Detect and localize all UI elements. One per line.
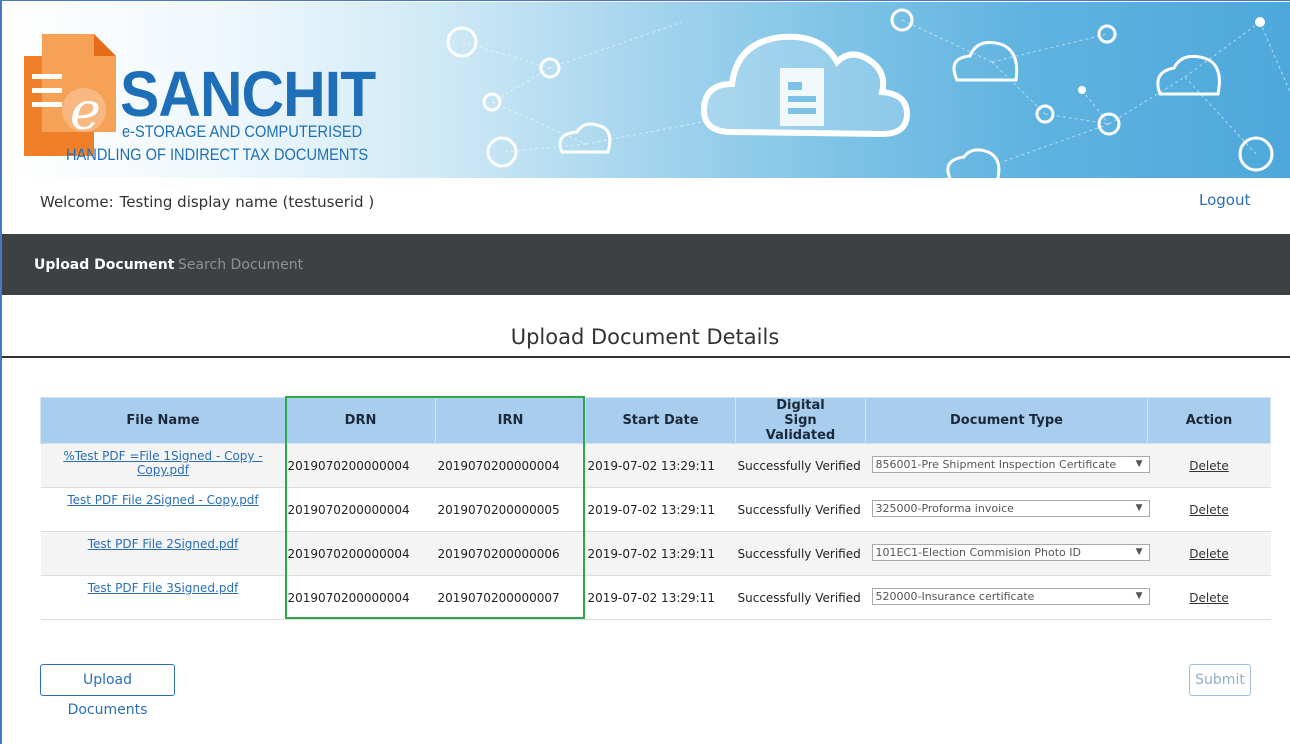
- delete-link[interactable]: Delete: [1189, 503, 1228, 517]
- nav-search-document[interactable]: Search Document: [178, 257, 303, 273]
- page-title: Upload Document Details: [510, 325, 780, 349]
- submit-button[interactable]: Submit: [1189, 664, 1251, 696]
- drn-cell: 2019070200000004: [285, 487, 436, 532]
- file-name-cell: Test PDF File 2Signed - Copy.pdf: [40, 487, 286, 532]
- logout-link[interactable]: Logout: [1199, 191, 1250, 209]
- logo-title: SANCHIT: [120, 58, 376, 130]
- upload-documents-button[interactable]: Upload Documents: [40, 664, 175, 718]
- dropdown-caret-icon: ▼: [1135, 546, 1143, 557]
- document-type-select[interactable]: 856001-Pre Shipment Inspection Certifica…: [871, 455, 1150, 473]
- delete-link[interactable]: Delete: [1189, 591, 1228, 605]
- irn-cell: 2019070200000007: [435, 575, 586, 620]
- column-header-file-name: File Name: [40, 397, 286, 444]
- sanchit-logo: e SANCHIT e-STORAGE AND COMPUTERISED HAN…: [20, 14, 376, 174]
- logo-subtitle-line2: HANDLING OF INDIRECT TAX DOCUMENTS: [66, 145, 369, 164]
- start-date-cell: 2019-07-02 13:29:11: [585, 575, 736, 620]
- column-header-drn: DRN: [285, 397, 436, 444]
- navbar: Upload Document Search Document: [2, 234, 1290, 295]
- dropdown-caret-icon: ▼: [1135, 590, 1143, 601]
- camera-icon: [558, 122, 612, 154]
- file-name-cell: %Test PDF =File 1Signed - Copy - Copy.pd…: [40, 443, 286, 488]
- dropdown-caret-icon: ▼: [1135, 502, 1143, 513]
- irn-cell: 2019070200000004: [435, 443, 586, 488]
- delete-link[interactable]: Delete: [1189, 547, 1228, 561]
- document-type-value: 520000-Insurance certificate: [875, 589, 1035, 603]
- table-row: Test PDF File 2Signed.pdf 20190702000000…: [40, 531, 1271, 576]
- drn-cell: 2019070200000004: [285, 531, 436, 576]
- document-type-cell: 856001-Pre Shipment Inspection Certifica…: [865, 443, 1150, 488]
- welcome-message: Welcome: Testing display name (testuserid…: [40, 193, 374, 211]
- file-name-cell: Test PDF File 2Signed.pdf: [40, 531, 286, 576]
- drn-cell: 2019070200000004: [285, 443, 436, 488]
- table-row: Test PDF File 3Signed.pdf 20190702000000…: [40, 575, 1271, 620]
- column-header-digital-sign: Digital Sign Validated: [735, 397, 866, 444]
- sign-status-cell: Successfully Verified: [735, 443, 866, 488]
- action-cell: Delete: [1147, 531, 1271, 576]
- start-date-cell: 2019-07-02 13:29:11: [585, 531, 736, 576]
- irn-cell: 2019070200000005: [435, 487, 586, 532]
- document-type-cell: 325000-Proforma invoice ▼: [865, 487, 1150, 532]
- logo-subtitle-line1: e-STORAGE AND COMPUTERISED: [122, 122, 363, 141]
- column-header-document-type: Document Type: [865, 397, 1148, 444]
- header-banner: e SANCHIT e-STORAGE AND COMPUTERISED HAN…: [2, 2, 1290, 178]
- action-cell: Delete: [1147, 487, 1271, 532]
- title-divider: [2, 356, 1290, 358]
- table-row: %Test PDF =File 1Signed - Copy - Copy.pd…: [40, 443, 1271, 488]
- action-cell: Delete: [1147, 575, 1271, 620]
- file-name-cell: Test PDF File 3Signed.pdf: [40, 575, 286, 620]
- documents-table: File Name DRN IRN Start Date Digital Sig…: [40, 397, 1271, 620]
- document-type-select[interactable]: 101EC1-Election Commision Photo ID ▼: [871, 543, 1150, 561]
- search-icon: [946, 148, 1001, 178]
- document-type-select[interactable]: 520000-Insurance certificate ▼: [871, 587, 1150, 605]
- documents-table-wrapper: File Name DRN IRN Start Date Digital Sig…: [40, 397, 1271, 620]
- sign-status-cell: Successfully Verified: [735, 531, 866, 576]
- document-type-value: 101EC1-Election Commision Photo ID: [875, 545, 1081, 559]
- document-type-cell: 101EC1-Election Commision Photo ID ▼: [865, 531, 1150, 576]
- start-date-cell: 2019-07-02 13:29:11: [585, 487, 736, 532]
- dropdown-caret-icon: ▼: [1135, 458, 1143, 469]
- column-header-start-date: Start Date: [585, 397, 736, 444]
- document-type-cell: 520000-Insurance certificate ▼: [865, 575, 1150, 620]
- file-link[interactable]: Test PDF File 2Signed.pdf: [88, 537, 239, 551]
- table-header-row: File Name DRN IRN Start Date Digital Sig…: [40, 397, 1271, 444]
- welcome-prefix: Welcome:: [40, 193, 114, 211]
- document-type-value: 856001-Pre Shipment Inspection Certifica…: [875, 457, 1117, 471]
- document-type-value: 325000-Proforma invoice: [875, 501, 1014, 515]
- column-header-action: Action: [1147, 397, 1271, 444]
- drn-cell: 2019070200000004: [285, 575, 436, 620]
- file-link[interactable]: Test PDF File 3Signed.pdf: [88, 581, 239, 595]
- irn-cell: 2019070200000006: [435, 531, 586, 576]
- action-cell: Delete: [1147, 443, 1271, 488]
- file-link[interactable]: %Test PDF =File 1Signed - Copy - Copy.pd…: [63, 449, 262, 477]
- delete-link[interactable]: Delete: [1189, 459, 1228, 473]
- user-display-name: Testing display name (testuserid ): [119, 193, 375, 211]
- start-date-cell: 2019-07-02 13:29:11: [585, 443, 736, 488]
- cloud-document-icon: [700, 33, 911, 138]
- logo-letter: e: [70, 82, 101, 142]
- table-row: Test PDF File 2Signed - Copy.pdf 2019070…: [40, 487, 1271, 532]
- document-type-select[interactable]: 325000-Proforma invoice ▼: [871, 499, 1150, 517]
- file-link[interactable]: Test PDF File 2Signed - Copy.pdf: [67, 493, 258, 507]
- nav-upload-document[interactable]: Upload Document: [34, 257, 174, 273]
- document-logo-icon: e: [24, 34, 116, 156]
- column-header-irn: IRN: [435, 397, 586, 444]
- sign-status-cell: Successfully Verified: [735, 487, 866, 532]
- sign-status-cell: Successfully Verified: [735, 575, 866, 620]
